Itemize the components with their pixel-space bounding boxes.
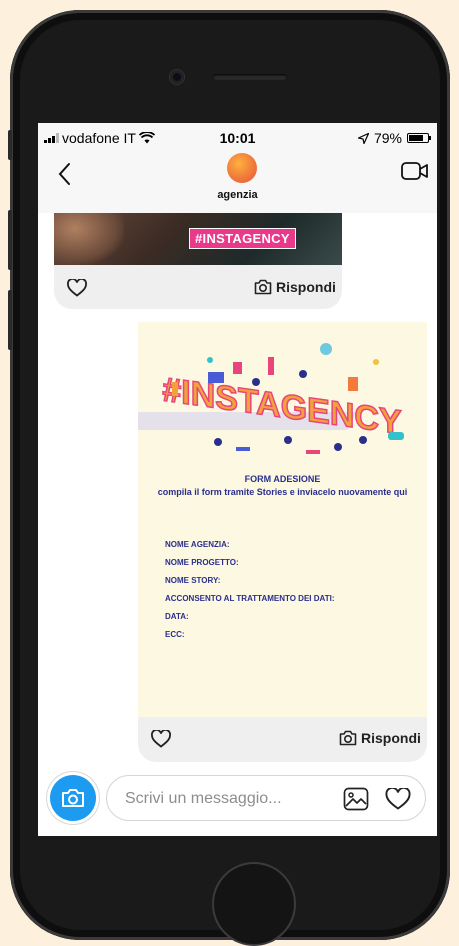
reply-label: Rispondi xyxy=(361,730,421,746)
form-subtitle: compila il form tramite Stories e inviac… xyxy=(157,487,408,497)
message-input[interactable] xyxy=(123,788,327,810)
illustration-lettering: #INSTAGENCY xyxy=(162,371,401,442)
front-camera xyxy=(170,70,184,84)
volume-down-button xyxy=(8,290,12,350)
form-field: ACCONSENTO AL TRATTAMENTO DEI DATI: xyxy=(165,594,335,603)
form-title: FORM ADESIONE xyxy=(244,474,321,484)
avatar[interactable] xyxy=(227,153,257,183)
form-field: NOME AGENZIA: xyxy=(165,540,230,549)
image-icon[interactable] xyxy=(343,787,369,811)
earpiece-speaker xyxy=(213,74,287,80)
chat-title[interactable]: agenzia xyxy=(38,189,437,201)
form-story-bubble[interactable]: #INSTAGENCY FORM ADESIONE compila il for… xyxy=(138,322,427,762)
home-button[interactable] xyxy=(212,862,296,946)
volume-up-button xyxy=(8,210,12,270)
camera-icon xyxy=(339,730,357,746)
form-image[interactable]: #INSTAGENCY FORM ADESIONE compila il for… xyxy=(138,322,427,717)
story-image[interactable]: #INSTAGENCY xyxy=(54,213,342,265)
status-right: 79% xyxy=(357,130,431,146)
status-bar: vodafone IT 10:01 79% xyxy=(38,123,437,151)
mute-switch xyxy=(8,130,12,160)
camera-icon xyxy=(254,279,272,295)
reply-button[interactable]: Rispondi xyxy=(254,279,336,295)
camera-icon xyxy=(62,789,84,807)
camera-button[interactable] xyxy=(50,775,96,821)
message-field[interactable] xyxy=(106,775,426,821)
chat-header: agenzia xyxy=(38,151,437,213)
form-field: DATA: xyxy=(165,612,189,621)
reply-button[interactable]: Rispondi xyxy=(339,730,421,746)
instagency-illustration: #INSTAGENCY xyxy=(138,343,404,454)
message-composer xyxy=(50,774,426,822)
heart-icon[interactable] xyxy=(151,730,171,748)
hashtag-sticker: #INSTAGENCY xyxy=(189,228,296,249)
battery-percent: 79% xyxy=(373,130,402,146)
video-camera-icon[interactable] xyxy=(401,161,429,181)
form-field: ECC: xyxy=(165,630,185,639)
shared-story-bubble[interactable]: #INSTAGENCY Rispondi xyxy=(54,213,342,309)
heart-icon[interactable] xyxy=(385,788,411,810)
reply-label: Rispondi xyxy=(276,279,336,295)
chevron-left-icon[interactable] xyxy=(54,161,76,187)
heart-icon[interactable] xyxy=(67,279,87,297)
location-arrow-icon xyxy=(357,132,369,144)
battery-icon xyxy=(407,133,431,143)
screen: vodafone IT 10:01 79% agenzia #INSTAGENC… xyxy=(38,123,437,836)
form-field: NOME STORY: xyxy=(165,576,221,585)
form-field: NOME PROGETTO: xyxy=(165,558,239,567)
